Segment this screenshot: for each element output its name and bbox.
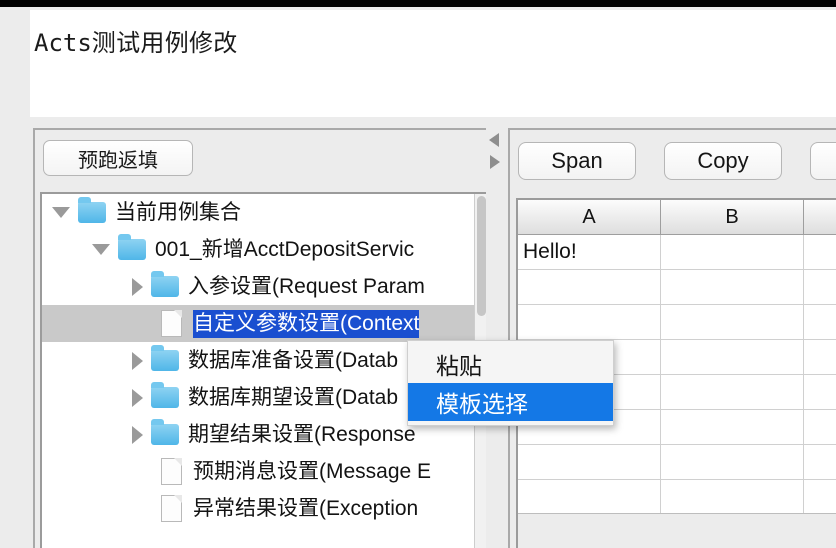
app-window: Acts测试用例修改 预跑返填 当前用例集合 001_新增AcctDepositS… bbox=[0, 0, 836, 548]
chevron-down-icon[interactable] bbox=[92, 244, 110, 255]
cell[interactable] bbox=[660, 409, 804, 445]
tree-row[interactable]: 当前用例集合 bbox=[42, 194, 488, 231]
cell[interactable] bbox=[518, 444, 661, 480]
cell[interactable] bbox=[803, 409, 836, 445]
toolbar-button-span[interactable]: Span bbox=[518, 142, 636, 180]
panel-splitter[interactable] bbox=[486, 128, 510, 548]
left-panel: 预跑返填 当前用例集合 001_新增AcctDepositServic 入参设置(R… bbox=[33, 128, 488, 548]
tree-row[interactable]: 入参设置(Request Param bbox=[42, 268, 488, 305]
tree-item-label: 001_新增AcctDepositServic bbox=[155, 238, 415, 261]
twisty-spacer bbox=[132, 471, 150, 472]
column-header[interactable]: B bbox=[660, 200, 804, 235]
tree-row[interactable]: 001_新增AcctDepositServic bbox=[42, 231, 488, 268]
cell[interactable] bbox=[660, 339, 804, 375]
sheet-toolbar: Span Copy D bbox=[518, 142, 836, 180]
context-menu-item[interactable]: 粘贴 bbox=[408, 345, 613, 383]
page-title-ascii: Acts bbox=[34, 29, 92, 57]
chevron-down-icon[interactable] bbox=[52, 207, 70, 218]
chevron-right-icon[interactable] bbox=[132, 277, 143, 296]
page-title: Acts测试用例修改 bbox=[34, 23, 238, 58]
spreadsheet-footer bbox=[518, 513, 836, 548]
file-icon bbox=[161, 495, 182, 522]
cell[interactable] bbox=[660, 479, 804, 515]
cell[interactable] bbox=[803, 234, 836, 270]
chevron-right-icon[interactable] bbox=[132, 388, 143, 407]
cell[interactable]: Hello! bbox=[518, 234, 661, 270]
cell[interactable] bbox=[518, 269, 661, 305]
cell[interactable] bbox=[660, 304, 804, 340]
tree-item-label: 预期消息设置(Message E bbox=[193, 460, 432, 483]
cell[interactable] bbox=[803, 374, 836, 410]
cell[interactable] bbox=[660, 269, 804, 305]
folder-icon bbox=[118, 234, 146, 260]
tree-item-label: 入参设置(Request Param bbox=[188, 275, 425, 298]
tree-item-label: 期望结果设置(Response bbox=[188, 423, 416, 446]
chevron-right-icon[interactable] bbox=[132, 425, 143, 444]
page-title-cjk: 测试用例修改 bbox=[91, 30, 238, 57]
cell[interactable] bbox=[660, 374, 804, 410]
tree-row[interactable]: 异常结果设置(Exception bbox=[42, 490, 488, 527]
folder-icon bbox=[151, 419, 179, 445]
cell[interactable] bbox=[660, 444, 804, 480]
triangle-left-icon[interactable] bbox=[489, 133, 499, 147]
folder-icon bbox=[151, 345, 179, 371]
cell[interactable] bbox=[518, 479, 661, 515]
window-top-black-bar bbox=[0, 0, 836, 7]
chevron-right-icon[interactable] bbox=[132, 351, 143, 370]
context-menu[interactable]: 粘贴 模板选择 bbox=[407, 340, 614, 426]
tree-row[interactable]: 预期消息设置(Message E bbox=[42, 453, 488, 490]
twisty-spacer bbox=[132, 323, 150, 324]
cell[interactable] bbox=[803, 339, 836, 375]
table-row[interactable] bbox=[518, 479, 836, 515]
tree-item-label: 数据库期望设置(Datab bbox=[188, 386, 399, 409]
cell[interactable] bbox=[660, 234, 804, 270]
file-icon bbox=[161, 458, 182, 485]
file-icon bbox=[161, 310, 182, 337]
context-menu-item[interactable]: 模板选择 bbox=[408, 383, 613, 421]
column-header[interactable]: A bbox=[518, 200, 661, 235]
title-card: Acts测试用例修改 bbox=[30, 10, 836, 117]
cell[interactable] bbox=[803, 304, 836, 340]
tree-item-label: 当前用例集合 bbox=[115, 201, 241, 224]
cell[interactable] bbox=[803, 269, 836, 305]
table-row[interactable] bbox=[518, 444, 836, 480]
twisty-spacer bbox=[132, 508, 150, 509]
toolbar-button-d[interactable]: D bbox=[810, 142, 836, 180]
triangle-right-icon[interactable] bbox=[490, 155, 500, 169]
right-panel: Span Copy D ABC Hello! bbox=[508, 128, 836, 548]
folder-icon bbox=[151, 271, 179, 297]
folder-icon bbox=[151, 382, 179, 408]
table-row[interactable] bbox=[518, 269, 836, 305]
table-row[interactable] bbox=[518, 304, 836, 340]
tree-item-label: 自定义参数设置(Context bbox=[193, 309, 420, 338]
table-row[interactable]: Hello! bbox=[518, 234, 836, 270]
spreadsheet-header-row: ABC bbox=[518, 200, 836, 235]
prefill-button[interactable]: 预跑返填 bbox=[43, 140, 193, 176]
column-header[interactable]: C bbox=[803, 200, 836, 235]
tree-item-label: 数据库准备设置(Datab bbox=[188, 349, 399, 372]
cell[interactable] bbox=[803, 479, 836, 515]
tree-item-label: 异常结果设置(Exception bbox=[193, 497, 419, 520]
tree-row[interactable]: 自定义参数设置(Context bbox=[42, 305, 488, 342]
cell[interactable] bbox=[803, 444, 836, 480]
folder-icon bbox=[78, 197, 106, 223]
cell[interactable] bbox=[518, 304, 661, 340]
toolbar-button-copy[interactable]: Copy bbox=[664, 142, 782, 180]
tree-scrollbar-thumb[interactable] bbox=[477, 196, 486, 316]
